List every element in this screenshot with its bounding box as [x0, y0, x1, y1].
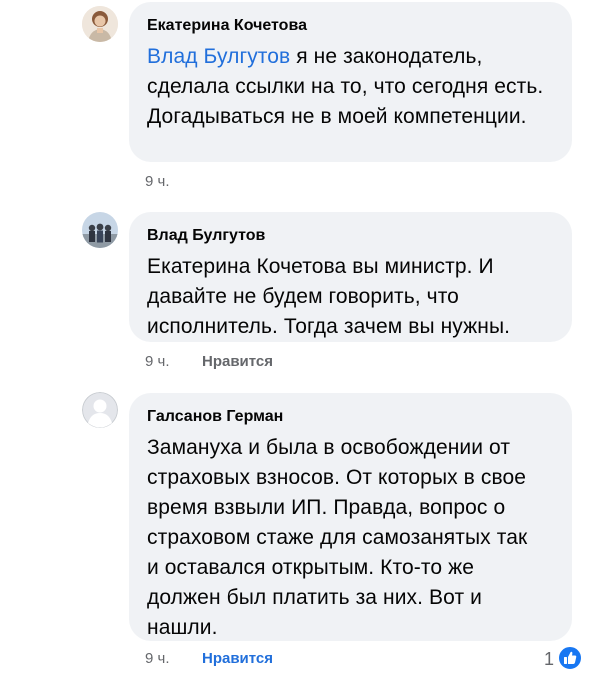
comment-bubble: Влад Булгутов Екатерина Кочетова вы мини…: [129, 212, 572, 342]
avatar-galsanov[interactable]: [82, 392, 118, 428]
comment-time[interactable]: 9 ч.: [145, 172, 170, 192]
comment-text: Замануха и была в освобождении от страхо…: [147, 436, 528, 639]
reaction-count[interactable]: 1: [544, 648, 554, 670]
profile-photo-icon: [82, 212, 118, 248]
like-button[interactable]: Нравится: [202, 649, 273, 669]
comment-author[interactable]: Влад Булгутов: [147, 226, 552, 246]
comment-author[interactable]: Галсанов Герман: [147, 407, 552, 427]
like-thumb-icon[interactable]: [557, 645, 583, 671]
comment-text: Влад Булгутов я не законодатель, сделала…: [147, 42, 552, 132]
comment-bubble: Екатерина Кочетова Влад Булгутов я не за…: [129, 2, 572, 162]
profile-photo-icon: [82, 6, 118, 42]
like-button[interactable]: Нравится: [202, 352, 273, 372]
thumb-glyph-icon: [564, 651, 577, 664]
mention-link[interactable]: Влад Булгутов: [147, 45, 290, 68]
comment-author[interactable]: Екатерина Кочетова: [147, 16, 552, 36]
comment-bubble: Галсанов Герман Замануха и была в освобо…: [129, 393, 572, 641]
comment-time[interactable]: 9 ч.: [145, 649, 170, 669]
default-avatar-icon: [82, 392, 118, 428]
comment-text: Екатерина Кочетова вы министр. И давайте…: [147, 255, 511, 338]
avatar-vlad[interactable]: [82, 212, 118, 248]
comment-time[interactable]: 9 ч.: [145, 352, 170, 372]
avatar-ekaterina[interactable]: [82, 6, 118, 42]
